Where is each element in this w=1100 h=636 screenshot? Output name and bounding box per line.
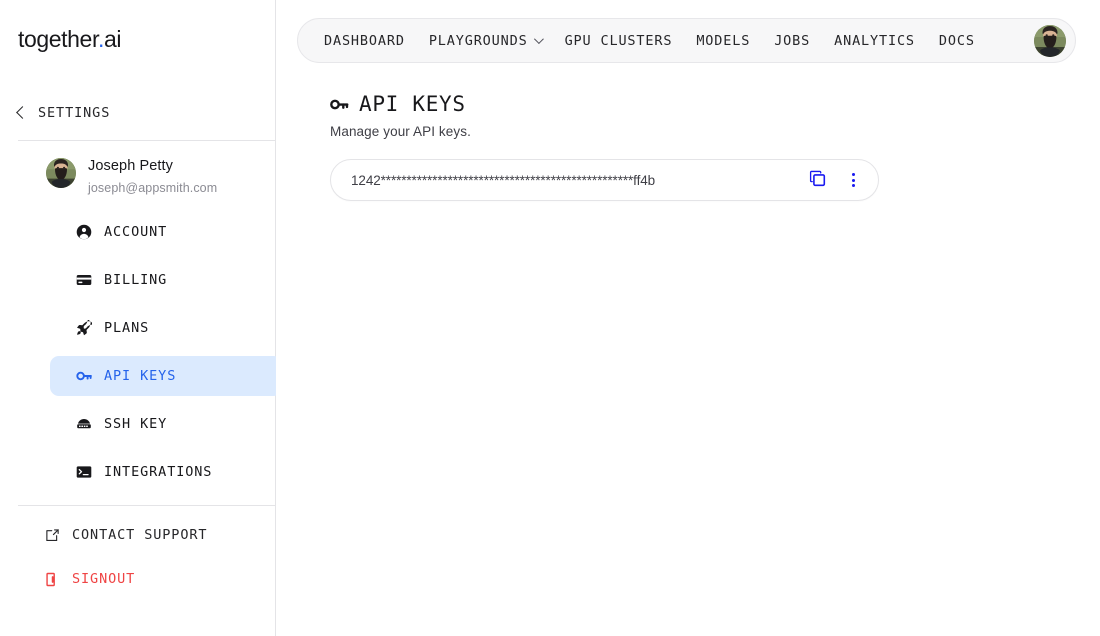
nav-item-playgrounds[interactable]: PLAYGROUNDS [417,18,553,63]
external-link-icon [44,527,60,543]
terminal-icon [76,464,92,480]
api-key-actions [798,169,864,191]
sidebar-item-label: BILLING [104,272,168,288]
sidebar-back-label: SETTINGS [38,105,111,121]
nav-item-label: DOCS [938,32,975,49]
sidebar-item-api-keys[interactable]: API KEYS [50,356,282,396]
sidebar-item-ssh-key[interactable]: SSH KEY [50,404,282,444]
user-avatar-photo [1034,24,1066,57]
signout-button[interactable]: SIGNOUT [18,560,278,598]
account-circle-icon [76,224,92,240]
credit-card-icon [76,272,92,288]
more-vertical-icon [851,173,855,187]
page-subtitle: Manage your API keys. [330,124,471,139]
sidebar-divider-top [18,140,300,141]
sidebar-back-settings[interactable]: SETTINGS [16,101,111,125]
brand-name: together [18,26,98,52]
key-icon [330,95,349,114]
sidebar-item-label: ACCOUNT [104,224,168,240]
nav-item-models[interactable]: MODELS [684,18,762,63]
nav-item-label: DASHBOARD [324,32,405,49]
rocket-icon [76,320,92,336]
contact-support-label: CONTACT SUPPORT [72,527,208,543]
sidebar-bottom-links: CONTACT SUPPORT SIGNOUT [18,516,278,598]
chevron-left-icon [16,106,29,119]
sidebar-item-plans[interactable]: PLANS [50,308,282,348]
contact-support-link[interactable]: CONTACT SUPPORT [18,516,278,554]
sidebar-item-label: API KEYS [104,368,177,384]
user-email: joseph@appsmith.com [88,181,218,195]
nav-item-gpu-clusters[interactable]: GPU CLUSTERS [553,18,685,63]
copy-icon [809,170,826,190]
api-key-masked-value: 1242************************************… [351,173,656,188]
user-texts: Joseph Petty joseph@appsmith.com [88,158,217,196]
sidebar-item-billing[interactable]: BILLING [50,260,282,300]
app-root: together.ai SETTINGS Joseph Petty joseph… [0,0,1100,636]
page-title: API KEYS [330,92,466,116]
nav-item-docs[interactable]: DOCS [927,18,987,63]
nav-avatar-button[interactable] [1034,24,1066,57]
user-avatar-photo [46,158,76,188]
page-title-text: API KEYS [359,92,466,116]
server-icon [76,416,92,432]
nav-item-label: JOBS [774,32,811,49]
nav-item-analytics[interactable]: ANALYTICS [822,18,927,63]
brand-suffix: ai [103,26,122,52]
sidebar-item-label: SSH KEY [104,416,168,432]
nav-item-label: MODELS [696,32,751,49]
key-icon [76,368,92,384]
sidebar-item-integrations[interactable]: INTEGRATIONS [50,452,282,492]
nav-item-dashboard[interactable]: DASHBOARD [312,18,417,63]
nav-item-label: ANALYTICS [834,32,915,49]
settings-nav: ACCOUNT BILLING PLANS API KEYS SSH KEY I… [50,212,282,500]
logout-icon [44,571,60,587]
api-key-row: 1242************************************… [330,159,879,201]
copy-api-key-button[interactable] [806,169,828,191]
sidebar-item-account[interactable]: ACCOUNT [50,212,282,252]
user-name: Joseph Petty [88,158,174,174]
api-key-more-menu-button[interactable] [842,169,864,191]
nav-item-label: GPU CLUSTERS [564,32,673,49]
top-navigation-bar: DASHBOARD PLAYGROUNDS GPU CLUSTERS MODEL… [297,18,1076,63]
nav-item-jobs[interactable]: JOBS [762,18,822,63]
brand-logo[interactable]: together.ai [18,26,121,53]
nav-item-label: PLAYGROUNDS [428,32,528,49]
settings-sidebar: together.ai SETTINGS Joseph Petty joseph… [0,0,300,636]
sidebar-item-label: PLANS [104,320,150,336]
main-content: DASHBOARD PLAYGROUNDS GPU CLUSTERS MODEL… [276,0,1100,636]
sidebar-item-label: INTEGRATIONS [104,464,213,480]
sidebar-user-block[interactable]: Joseph Petty joseph@appsmith.com [46,158,217,196]
signout-label: SIGNOUT [72,571,136,587]
sidebar-divider-bottom [18,505,300,506]
chevron-down-icon [533,34,544,45]
